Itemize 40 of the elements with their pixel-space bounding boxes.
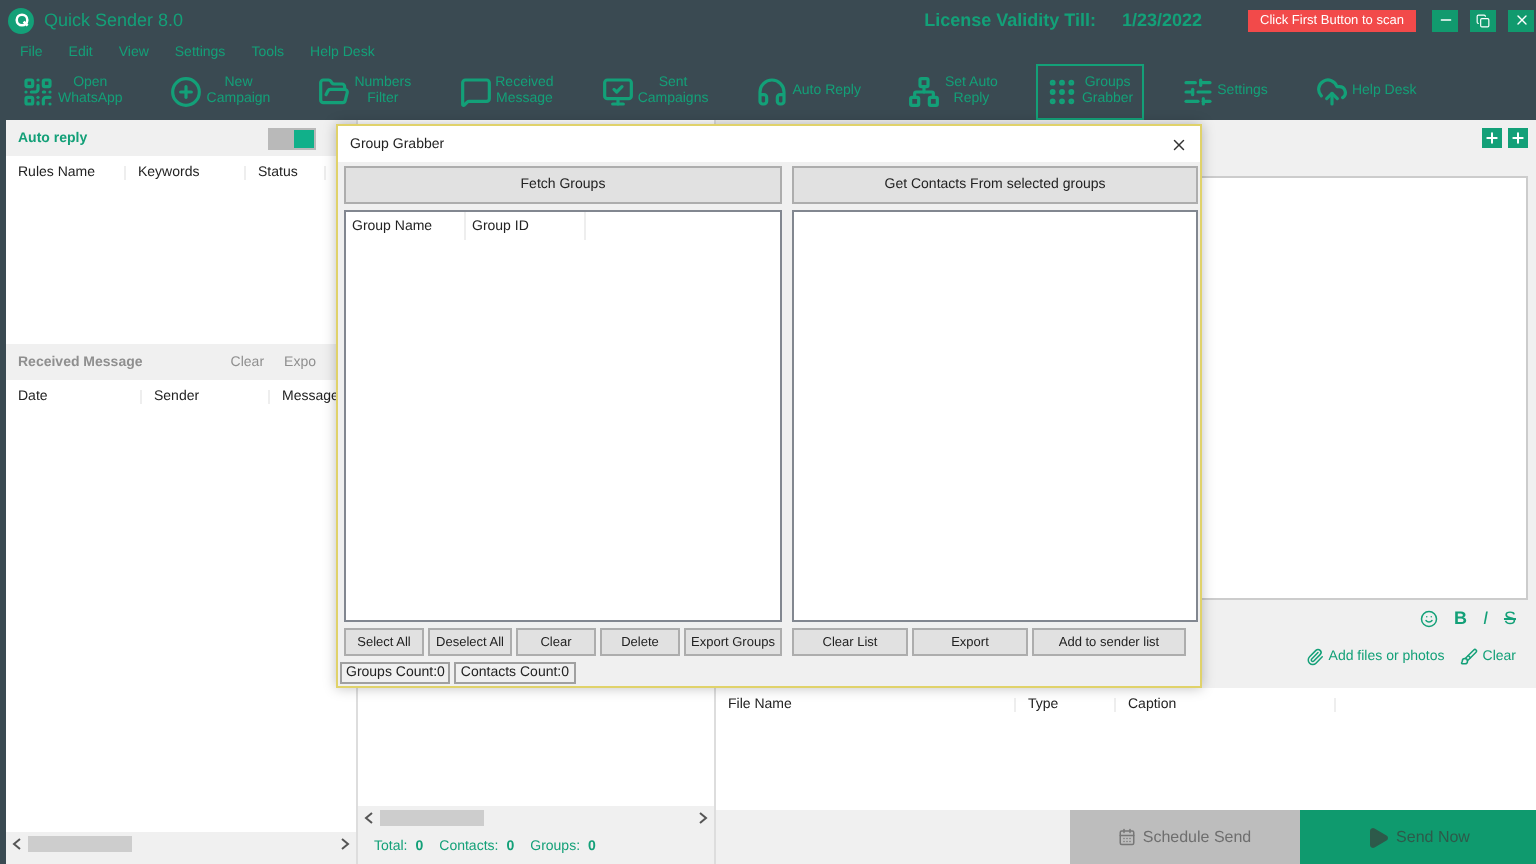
cloud-upload-icon [1315,76,1348,108]
license-date: 1/23/2022 [1121,10,1202,30]
schedule-send-button[interactable]: Schedule Send [1070,810,1300,864]
send-now-button[interactable]: Send Now [1300,810,1536,864]
dots-grid-icon [1045,76,1078,108]
brush-icon [1460,647,1479,665]
restore-button[interactable] [1470,9,1496,31]
network-icon [908,76,941,108]
auto-reply-toggle[interactable] [268,127,316,149]
qr-code-icon [22,76,54,108]
scroll-right-icon[interactable] [340,838,350,850]
minimize-button[interactable] [1432,9,1458,31]
sliders-icon [1181,76,1214,108]
chat-icon [459,76,492,108]
scroll-left-icon[interactable] [12,838,22,850]
add-button[interactable] [1508,128,1528,148]
scroll-left-icon[interactable] [364,812,374,824]
scroll-right-icon[interactable] [698,812,708,824]
close-icon[interactable] [1170,135,1188,153]
app-logo-icon [8,7,34,33]
format-button[interactable]: S [1503,608,1516,628]
plus-circle-icon [170,76,203,108]
play-icon [1366,825,1391,849]
add-button[interactable] [1482,128,1502,148]
scrollbar-thumb[interactable] [28,836,132,852]
calendar-icon [1118,828,1137,846]
restore-icon [1476,13,1490,27]
license-label: License Validity Till: [924,10,1096,30]
folder-icon [318,76,351,108]
format-button[interactable]: I [1482,608,1488,628]
close-button[interactable] [1508,9,1534,31]
app-title: Quick Sender 8.0 [44,10,184,30]
emoji-button[interactable] [1419,609,1438,627]
paperclip-icon [1306,647,1325,665]
headphones-icon [756,76,789,108]
format-button[interactable]: B [1453,608,1467,628]
monitor-check-icon [601,76,634,108]
close-icon [1513,12,1529,28]
emoji-icon [1419,609,1438,627]
scrollbar-thumb[interactable] [380,810,484,826]
